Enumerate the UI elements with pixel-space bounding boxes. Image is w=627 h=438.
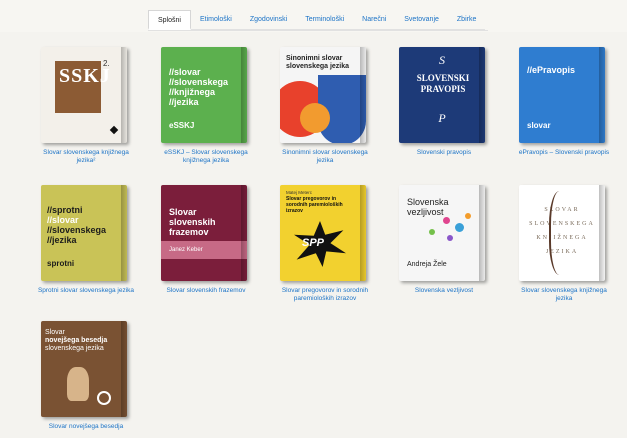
tab-zbirke[interactable]: Zbirke xyxy=(447,10,486,30)
cover-lines: Slovar pregovorov in sorodnih paremiološ… xyxy=(286,196,343,214)
cover-lines: //sprotni //slovar //slovenskega //jezik… xyxy=(47,205,107,245)
cover-s-glyph-icon: S xyxy=(439,53,445,67)
tab-zgodovinski[interactable]: Zgodovinski xyxy=(240,10,297,30)
cover-author: Janez Keber xyxy=(169,247,203,253)
tab-narecni[interactable]: Narečni xyxy=(353,10,396,30)
dot-icon xyxy=(465,213,471,219)
book-title-link[interactable]: Slovenski pravopis xyxy=(394,149,494,157)
cover-orange-shape xyxy=(300,103,330,133)
book-card-sprotni[interactable]: //sprotni //slovar //slovenskega //jezik… xyxy=(36,185,136,295)
book-cover-epravopis[interactable]: //ePravopis slovar xyxy=(519,47,605,143)
tab-terminoloski[interactable]: Terminološki xyxy=(296,10,354,30)
book-card-sskj1[interactable]: SLOVAR SLOVENSKEGA KNJIŽNEGA JEZIKA Slov… xyxy=(514,185,614,302)
book-card-sskj2[interactable]: SSKJ 2. Slovar slovenskega knjižnega jez… xyxy=(36,47,136,164)
cover-lines: Slovenska vezljivost xyxy=(407,197,449,217)
dot-icon xyxy=(447,235,453,241)
book-title-link[interactable]: Slovar slovenskega knjižnega jezika xyxy=(514,287,614,302)
book-card-frazemi[interactable]: Slovar slovenskih frazemov Janez Keber S… xyxy=(156,185,256,295)
cover-edition: 2. xyxy=(103,59,110,68)
book-title-link[interactable]: Sprotni slovar slovenskega jezika xyxy=(36,287,136,295)
book-cover-sskj2[interactable]: SSKJ 2. xyxy=(41,47,127,143)
tab-underline xyxy=(148,30,488,31)
cover-lines: Sinonimni slovar slovenskega jezika xyxy=(286,55,350,70)
book-card-pregovori[interactable]: Matej Meterc Slovar pregovorov in sorodn… xyxy=(275,185,375,302)
book-card-novejse-besedje[interactable]: Slovar novejšega besedja slovenskega jez… xyxy=(36,321,136,431)
book-title-link[interactable]: Slovar slovenskega knjižnega jezika² xyxy=(36,149,136,164)
cover-author: Matej Meterc xyxy=(286,190,313,195)
tab-bar: Splošni Etimološki Zgodovinski Terminolo… xyxy=(0,0,627,32)
cover-dog-icon xyxy=(67,367,89,401)
book-cover-pravopis[interactable]: S SLOVENSKI PRAVOPIS P xyxy=(399,47,485,143)
diamond-icon xyxy=(109,125,119,135)
dot-icon xyxy=(429,229,435,235)
book-card-sinonimni[interactable]: Sinonimni slovar slovenskega jezika Sino… xyxy=(275,47,375,164)
tab-splosni[interactable]: Splošni xyxy=(148,10,191,30)
cover-brand: slovar xyxy=(527,121,551,130)
book-cover-esskj[interactable]: //slovar //slovenskega //knjižnega //jez… xyxy=(161,47,247,143)
cover-ring-icon xyxy=(97,391,111,405)
cover-lines: //ePravopis xyxy=(527,65,576,75)
book-title-link[interactable]: Slovenska vezljivost xyxy=(394,287,494,295)
book-title-link[interactable]: ePravopis – Slovenski pravopis xyxy=(514,149,614,157)
cover-letters: SSKJ xyxy=(59,65,111,87)
book-card-pravopis[interactable]: S SLOVENSKI PRAVOPIS P Slovenski pravopi… xyxy=(394,47,494,157)
cover-lines: Slovar novejšega besedja slovenskega jez… xyxy=(45,329,108,352)
tab-etimoloski[interactable]: Etimološki xyxy=(190,10,241,30)
dot-icon xyxy=(443,217,450,224)
book-cover-sprotni[interactable]: //sprotni //slovar //slovenskega //jezik… xyxy=(41,185,127,281)
cover-author: Andreja Žele xyxy=(407,261,447,268)
book-title-link[interactable]: Sinonimni slovar slovenskega jezika xyxy=(275,149,375,164)
book-cover-frazemi[interactable]: Slovar slovenskih frazemov Janez Keber xyxy=(161,185,247,281)
book-title-link[interactable]: eSSKJ – Slovar slovenskega knjižnega jez… xyxy=(156,149,256,164)
dot-icon xyxy=(455,223,464,232)
book-cover-novejse-besedje[interactable]: Slovar novejšega besedja slovenskega jez… xyxy=(41,321,127,417)
cover-badge: SPP xyxy=(302,237,325,249)
dictionary-category-tabs: Splošni Etimološki Zgodovinski Terminolo… xyxy=(148,10,486,30)
book-cover-sskj1[interactable]: SLOVAR SLOVENSKEGA KNJIŽNEGA JEZIKA xyxy=(519,185,605,281)
book-cover-sinonimni[interactable]: Sinonimni slovar slovenskega jezika xyxy=(280,47,366,143)
book-title-link[interactable]: Slovar pregovorov in sorodnih paremiološ… xyxy=(275,287,375,302)
cover-brand: sprotni xyxy=(47,259,75,268)
book-card-esskj[interactable]: //slovar //slovenskega //knjižnega //jez… xyxy=(156,47,256,164)
book-card-vezljivost[interactable]: Slovenska vezljivost Andreja Žele Sloven… xyxy=(394,185,494,295)
book-title-link[interactable]: Slovar novejšega besedja xyxy=(36,423,136,431)
book-title-link[interactable]: Slovar slovenskih frazemov xyxy=(156,287,256,295)
cover-lines: SLOVENSKI PRAVOPIS xyxy=(416,73,470,94)
cover-p-glyph-icon: P xyxy=(438,111,446,125)
book-cover-pregovori[interactable]: Matej Meterc Slovar pregovorov in sorodn… xyxy=(280,185,366,281)
tab-svetovanje[interactable]: Svetovanje xyxy=(395,10,448,30)
cover-lines: //slovar //slovenskega //knjižnega //jez… xyxy=(169,67,229,107)
book-card-epravopis[interactable]: //ePravopis slovar ePravopis – Slovenski… xyxy=(514,47,614,157)
cover-lines: Slovar slovenskih frazemov xyxy=(169,207,216,237)
cover-brand: eSSKJ xyxy=(169,121,195,130)
cover-calligraphy-icon xyxy=(549,191,575,275)
book-cover-vezljivost[interactable]: Slovenska vezljivost Andreja Žele xyxy=(399,185,485,281)
